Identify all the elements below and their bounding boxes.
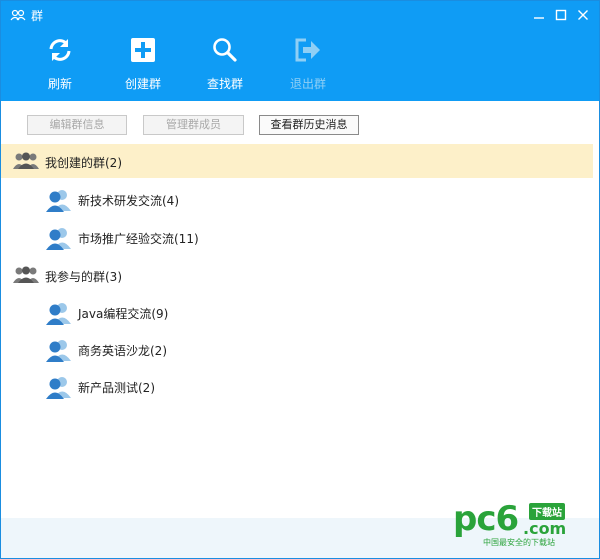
header-bar: 群 刷新 创建群 查找群 退出群 xyxy=(1,1,599,101)
user-group-icon xyxy=(46,190,71,212)
list-item[interactable]: 新产品测试(2) xyxy=(1,368,593,404)
group-name: 商务英语沙龙(2) xyxy=(78,344,167,358)
action-button-row: 编辑群信息 管理群成员 查看群历史消息 xyxy=(1,101,599,143)
logo-badge: 下载站 xyxy=(529,503,565,520)
quit-group-label: 退出群 xyxy=(289,77,326,91)
group-icon xyxy=(13,152,39,169)
logo-brand: pc6 xyxy=(453,499,519,539)
add-icon xyxy=(128,35,158,65)
section-created-groups[interactable]: 我创建的群(2) xyxy=(1,144,593,178)
find-group-label: 查找群 xyxy=(206,77,243,91)
minimize-button[interactable] xyxy=(531,7,547,23)
edit-group-info-button[interactable]: 编辑群信息 xyxy=(27,115,127,135)
manage-members-button[interactable]: 管理群成员 xyxy=(143,115,244,135)
user-group-icon xyxy=(46,303,71,325)
toolbar: 刷新 创建群 查找群 退出群 xyxy=(1,29,599,101)
list-item[interactable]: 商务英语沙龙(2) xyxy=(1,331,593,367)
group-name: Java编程交流(9) xyxy=(78,307,169,321)
group-name: 市场推广经验交流(11) xyxy=(78,232,199,246)
group-icon xyxy=(13,266,39,283)
maximize-icon xyxy=(555,9,567,21)
search-icon xyxy=(210,35,240,65)
logo-tagline: 中国最安全的下载站 xyxy=(483,538,555,547)
list-item[interactable]: 新技术研发交流(4) xyxy=(1,181,593,217)
close-button[interactable] xyxy=(575,7,591,23)
group-name: 新产品测试(2) xyxy=(78,381,155,395)
section-joined-title: 我参与的群(3) xyxy=(45,270,122,284)
pc6-watermark-logo: pc6 下载站 .com 中国最安全的下载站 xyxy=(453,497,583,549)
user-group-icon xyxy=(46,228,71,250)
window-title: 群 xyxy=(31,9,44,23)
window-controls xyxy=(531,7,591,23)
group-app-icon xyxy=(10,9,26,21)
refresh-button[interactable]: 刷新 xyxy=(30,35,90,95)
group-list: 我创建的群(2) 新技术研发交流(4) 市场推广经验交流(11) 我参与的群(3… xyxy=(1,143,599,518)
logo-domain: .com xyxy=(523,519,567,538)
group-name: 新技术研发交流(4) xyxy=(78,194,179,208)
close-icon xyxy=(578,10,588,20)
user-group-icon xyxy=(46,377,71,399)
refresh-icon xyxy=(45,35,75,65)
create-group-button[interactable]: 创建群 xyxy=(113,35,173,95)
maximize-button[interactable] xyxy=(553,7,569,23)
section-created-title: 我创建的群(2) xyxy=(45,156,122,170)
section-joined-groups[interactable]: 我参与的群(3) xyxy=(1,258,593,292)
find-group-button[interactable]: 查找群 xyxy=(195,35,255,95)
quit-group-button[interactable]: 退出群 xyxy=(278,35,338,95)
user-group-icon xyxy=(46,340,71,362)
view-history-button[interactable]: 查看群历史消息 xyxy=(259,115,359,135)
group-window: 群 刷新 创建群 查找群 退出群 编辑群信息 管理群成员 查看群历史消息 我创建… xyxy=(0,0,600,559)
create-group-label: 创建群 xyxy=(124,77,161,91)
list-item[interactable]: Java编程交流(9) xyxy=(1,294,593,330)
list-item[interactable]: 市场推广经验交流(11) xyxy=(1,219,593,255)
exit-icon xyxy=(293,35,323,65)
refresh-label: 刷新 xyxy=(47,77,72,91)
minimize-icon xyxy=(534,17,544,19)
title-bar[interactable]: 群 xyxy=(1,1,599,29)
